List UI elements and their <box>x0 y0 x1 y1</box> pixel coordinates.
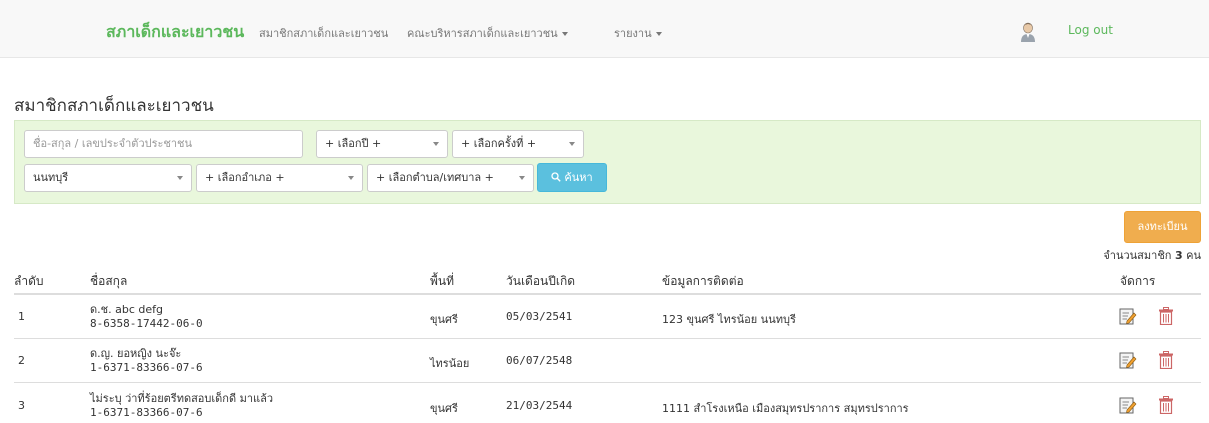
row-area: ขุนศรี <box>430 313 458 326</box>
chevron-down-icon <box>569 142 575 146</box>
district-select[interactable]: + เลือกอำเภอ + <box>196 164 363 192</box>
row-id: 1-6371-83366-07-6 <box>90 406 203 419</box>
name-search-placeholder: ชื่อ-สกุล / เลขประจำตัวประชาชน <box>33 137 193 150</box>
round-select[interactable]: + เลือกครั้งที่ + <box>452 130 584 158</box>
search-button-label: ค้นหา <box>564 171 593 184</box>
trash-icon[interactable] <box>1158 396 1174 414</box>
trash-icon[interactable] <box>1158 307 1174 325</box>
year-select[interactable]: + เลือกปี + <box>316 130 448 158</box>
row-no: 2 <box>18 354 25 367</box>
member-count-suffix: คน <box>1186 249 1201 262</box>
chevron-down-icon <box>177 176 183 180</box>
name-search-input[interactable]: ชื่อ-สกุล / เลขประจำตัวประชาชน <box>24 130 303 158</box>
top-navbar: สภาเด็กและเยาวชน สมาชิกสภาเด็กและเยาวชน … <box>0 0 1209 58</box>
col-header-name: ชื่อสกุล <box>90 274 128 288</box>
row-name: ด.ช. abc defg <box>90 303 163 316</box>
province-select[interactable]: นนทบุรี <box>24 164 192 192</box>
row-no: 3 <box>18 399 25 412</box>
row-contact: 123 ขุนศรี ไทรน้อย นนทบุรี <box>662 313 796 326</box>
edit-icon[interactable] <box>1119 351 1137 369</box>
brand-link[interactable]: สภาเด็กและเยาวชน <box>106 20 244 45</box>
row-divider <box>14 382 1201 383</box>
nav-members-label: สมาชิกสภาเด็กและเยาวชน <box>259 27 389 40</box>
year-select-value: + เลือกปี + <box>325 137 382 150</box>
province-select-value: นนทบุรี <box>33 171 69 184</box>
search-icon <box>551 172 562 182</box>
row-divider <box>14 338 1201 339</box>
member-count-value: 3 <box>1174 249 1183 262</box>
page-title: สมาชิกสภาเด็กและเยาวชน <box>14 96 214 116</box>
chevron-down-icon <box>433 142 439 146</box>
col-header-dob: วันเดือนปีเกิด <box>506 274 576 288</box>
row-dob: 06/07/2548 <box>506 354 573 367</box>
edit-icon[interactable] <box>1119 307 1137 325</box>
subdistrict-select-value: + เลือกตำบล/เทศบาล + <box>376 171 494 184</box>
chevron-down-icon <box>561 32 568 36</box>
nav-report-dropdown[interactable]: รายงาน <box>614 24 662 42</box>
nav-report-label: รายงาน <box>614 27 652 40</box>
row-no: 1 <box>18 310 25 323</box>
row-name: ไม่ระบุ ว่าที่ร้อยตรีทดสอบเด็กดี มาแล้ว <box>90 392 274 405</box>
row-dob: 05/03/2541 <box>506 310 573 323</box>
col-header-manage: จัดการ <box>1120 274 1156 288</box>
row-id: 1-6371-83366-07-6 <box>90 361 203 374</box>
nav-executive-label: คณะบริหารสภาเด็กและเยาวชน <box>407 27 558 40</box>
nav-executive-dropdown[interactable]: คณะบริหารสภาเด็กและเยาวชน <box>407 24 568 42</box>
chevron-down-icon <box>519 176 525 180</box>
member-count-prefix: จำนวนสมาชิก <box>1103 249 1172 262</box>
col-header-no: ลำดับ <box>14 274 44 288</box>
subdistrict-select[interactable]: + เลือกตำบล/เทศบาล + <box>367 164 534 192</box>
chevron-down-icon <box>348 176 354 180</box>
chevron-down-icon <box>655 32 662 36</box>
row-area: ไทรน้อย <box>430 357 470 370</box>
row-contact: 1111 สำโรงเหนือ เมืองสมุทรปราการ สมุทรปร… <box>662 402 909 415</box>
member-count: จำนวนสมาชิก 3 คน <box>1103 246 1201 264</box>
col-header-area: พื้นที่ <box>430 274 455 288</box>
round-select-value: + เลือกครั้งที่ + <box>461 137 537 150</box>
register-button[interactable]: ลงทะเบียน <box>1124 211 1201 243</box>
search-button[interactable]: ค้นหา <box>537 163 607 192</box>
edit-icon[interactable] <box>1119 396 1137 414</box>
row-id: 8-6358-17442-06-0 <box>90 317 203 330</box>
trash-icon[interactable] <box>1158 351 1174 369</box>
row-dob: 21/03/2544 <box>506 399 573 412</box>
nav-members-link[interactable]: สมาชิกสภาเด็กและเยาวชน <box>259 24 388 42</box>
logout-link[interactable]: Log out <box>1068 23 1113 37</box>
district-select-value: + เลือกอำเภอ + <box>205 171 285 184</box>
user-avatar-icon[interactable] <box>1020 22 1036 42</box>
col-header-contact: ข้อมูลการติดต่อ <box>662 274 744 288</box>
row-area: ขุนศรี <box>430 402 458 415</box>
table-header-divider <box>14 293 1201 295</box>
row-name: ด.ญ. ยอหญิง นะจ๊ะ <box>90 347 182 360</box>
